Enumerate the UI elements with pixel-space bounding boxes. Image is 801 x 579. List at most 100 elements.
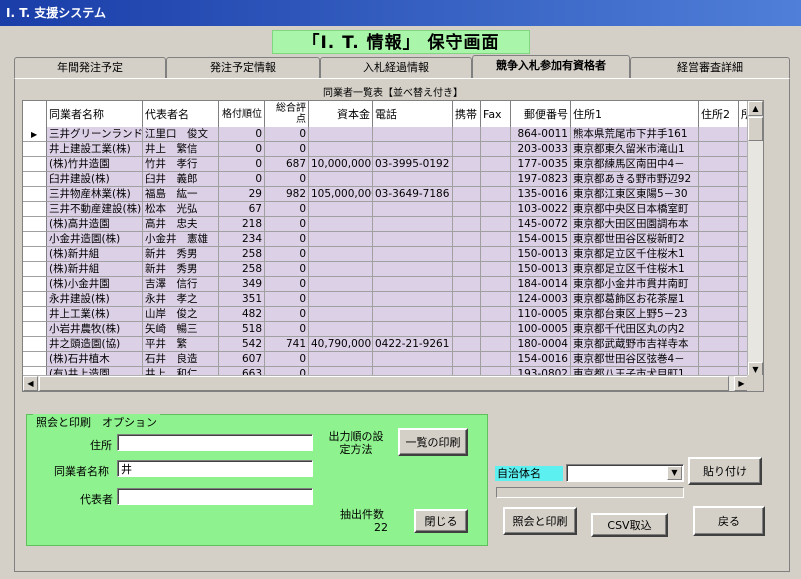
table-cell[interactable]: 井上 繁信 — [143, 142, 219, 157]
table-cell[interactable]: 0 — [265, 127, 309, 142]
back-button[interactable]: 戻る — [693, 506, 765, 536]
table-row[interactable]: 永井建設(株) 永井 孝之 351 0 124-0003 東京都葛飾区お花茶屋1 — [23, 292, 749, 307]
table-cell[interactable]: 258 — [219, 247, 265, 262]
table-cell[interactable]: 0 — [265, 352, 309, 367]
table-row[interactable]: 小岩井農牧(株) 矢崎 暢三 518 0 100-0005 東京都千代田区丸の内2 — [23, 322, 749, 337]
table-row[interactable]: (株)石井植木 石井 良造 607 0 154-0016 東京都世田谷区弦巻4－ — [23, 352, 749, 367]
table-cell[interactable]: 197-0823 — [511, 172, 571, 187]
table-cell[interactable] — [481, 127, 511, 142]
paste-button[interactable]: 貼り付け — [688, 457, 762, 485]
table-cell[interactable]: 0 — [219, 157, 265, 172]
row-selector[interactable] — [23, 292, 47, 307]
table-cell[interactable]: 150-0013 — [511, 247, 571, 262]
table-cell[interactable] — [481, 142, 511, 157]
table-cell[interactable]: 井上建設工業(株) — [47, 142, 143, 157]
table-cell[interactable]: (株)新井組 — [47, 262, 143, 277]
table-cell[interactable] — [453, 172, 481, 187]
table-cell[interactable]: 東京都中央区日本橋室町 — [571, 202, 699, 217]
table-cell[interactable] — [481, 247, 511, 262]
table-cell[interactable]: (株)新井組 — [47, 247, 143, 262]
scroll-left-icon[interactable]: ◀ — [23, 376, 38, 391]
table-cell[interactable] — [309, 352, 373, 367]
row-selector[interactable] — [23, 247, 47, 262]
table-cell[interactable]: 218 — [219, 217, 265, 232]
table-cell[interactable]: 29 — [219, 187, 265, 202]
table-cell[interactable] — [699, 127, 739, 142]
row-selector[interactable] — [23, 172, 47, 187]
table-cell[interactable] — [453, 352, 481, 367]
table-cell[interactable] — [453, 292, 481, 307]
table-cell[interactable] — [309, 232, 373, 247]
table-cell[interactable]: 福島 紘一 — [143, 187, 219, 202]
table-cell[interactable] — [453, 187, 481, 202]
table-row[interactable]: (株)新井組 新井 秀男 258 0 150-0013 東京都足立区千住桜木1 — [23, 247, 749, 262]
table-row[interactable]: (株)小金井園 吉澤 信行 349 0 184-0014 東京都小金井市貫井南町 — [23, 277, 749, 292]
row-selector[interactable] — [23, 217, 47, 232]
table-cell[interactable]: 矢崎 暢三 — [143, 322, 219, 337]
table-cell[interactable] — [699, 352, 739, 367]
table-cell[interactable]: 新井 秀男 — [143, 262, 219, 277]
table-cell[interactable]: 180-0004 — [511, 337, 571, 352]
address-input[interactable] — [117, 434, 313, 451]
company-name-input[interactable] — [117, 460, 313, 477]
table-cell[interactable] — [699, 172, 739, 187]
col-mobile[interactable]: 携帯 — [453, 101, 481, 127]
table-cell[interactable] — [699, 322, 739, 337]
table-cell[interactable] — [373, 142, 453, 157]
vertical-scrollbar[interactable]: ▲ ▼ — [747, 101, 763, 377]
table-cell[interactable]: 0 — [219, 172, 265, 187]
table-cell[interactable] — [481, 322, 511, 337]
table-cell[interactable] — [453, 202, 481, 217]
table-cell[interactable]: 184-0014 — [511, 277, 571, 292]
table-cell[interactable]: 東京都あきる野市野辺92 — [571, 172, 699, 187]
print-list-button[interactable]: 一覧の印刷 — [398, 428, 468, 456]
table-cell[interactable]: 0 — [265, 322, 309, 337]
table-cell[interactable]: 150-0013 — [511, 262, 571, 277]
tab-order-plan-info[interactable]: 発注予定情報 — [166, 57, 320, 78]
col-postal-code[interactable]: 郵便番号 — [511, 101, 571, 127]
table-cell[interactable]: 臼井建設(株) — [47, 172, 143, 187]
table-row[interactable]: 臼井建設(株) 臼井 義郎 0 0 197-0823 東京都あきる野市野辺92 — [23, 172, 749, 187]
table-cell[interactable]: 864-0011 — [511, 127, 571, 142]
row-selector[interactable] — [23, 307, 47, 322]
col-company-name[interactable]: 同業者名称 — [47, 101, 143, 127]
table-cell[interactable]: (株)高井造園 — [47, 217, 143, 232]
row-selector[interactable] — [23, 187, 47, 202]
table-cell[interactable] — [699, 262, 739, 277]
table-cell[interactable]: 東京都小金井市貫井南町 — [571, 277, 699, 292]
table-cell[interactable]: (株)竹井造園 — [47, 157, 143, 172]
table-cell[interactable]: 小金井造園(株) — [47, 232, 143, 247]
table-cell[interactable]: 124-0003 — [511, 292, 571, 307]
table-cell[interactable]: 小金井 憲雄 — [143, 232, 219, 247]
table-cell[interactable] — [373, 292, 453, 307]
table-cell[interactable] — [373, 262, 453, 277]
table-cell[interactable]: 0422-21-9261 — [373, 337, 453, 352]
table-cell[interactable] — [453, 247, 481, 262]
table-cell[interactable]: 石井 良造 — [143, 352, 219, 367]
table-cell[interactable]: 234 — [219, 232, 265, 247]
table-cell[interactable]: 永井建設(株) — [47, 292, 143, 307]
table-cell[interactable] — [373, 352, 453, 367]
table-cell[interactable] — [373, 247, 453, 262]
table-cell[interactable] — [481, 337, 511, 352]
table-row[interactable]: 井之頭造園(協) 平井 繁 542 741 40,790,000 0422-21-9261… — [23, 337, 749, 352]
table-cell[interactable] — [309, 292, 373, 307]
table-cell[interactable]: 井之頭造園(協) — [47, 337, 143, 352]
table-cell[interactable]: 東京都江東区東陽5－30 — [571, 187, 699, 202]
row-selector[interactable] — [23, 157, 47, 172]
col-rank[interactable]: 格付順位 — [219, 101, 265, 127]
table-cell[interactable] — [453, 337, 481, 352]
table-cell[interactable]: 687 — [265, 157, 309, 172]
table-cell[interactable] — [373, 202, 453, 217]
table-cell[interactable]: 154-0015 — [511, 232, 571, 247]
table-cell[interactable]: 741 — [265, 337, 309, 352]
table-cell[interactable] — [453, 157, 481, 172]
col-total-score[interactable]: 総合評点 — [265, 101, 309, 127]
table-cell[interactable] — [373, 322, 453, 337]
row-selector[interactable] — [23, 322, 47, 337]
table-cell[interactable] — [309, 172, 373, 187]
table-cell[interactable]: 154-0016 — [511, 352, 571, 367]
table-cell[interactable]: 0 — [265, 247, 309, 262]
table-row[interactable]: 小金井造園(株) 小金井 憲雄 234 0 154-0015 東京都世田谷区桜新町2 — [23, 232, 749, 247]
table-cell[interactable]: 竹井 孝行 — [143, 157, 219, 172]
